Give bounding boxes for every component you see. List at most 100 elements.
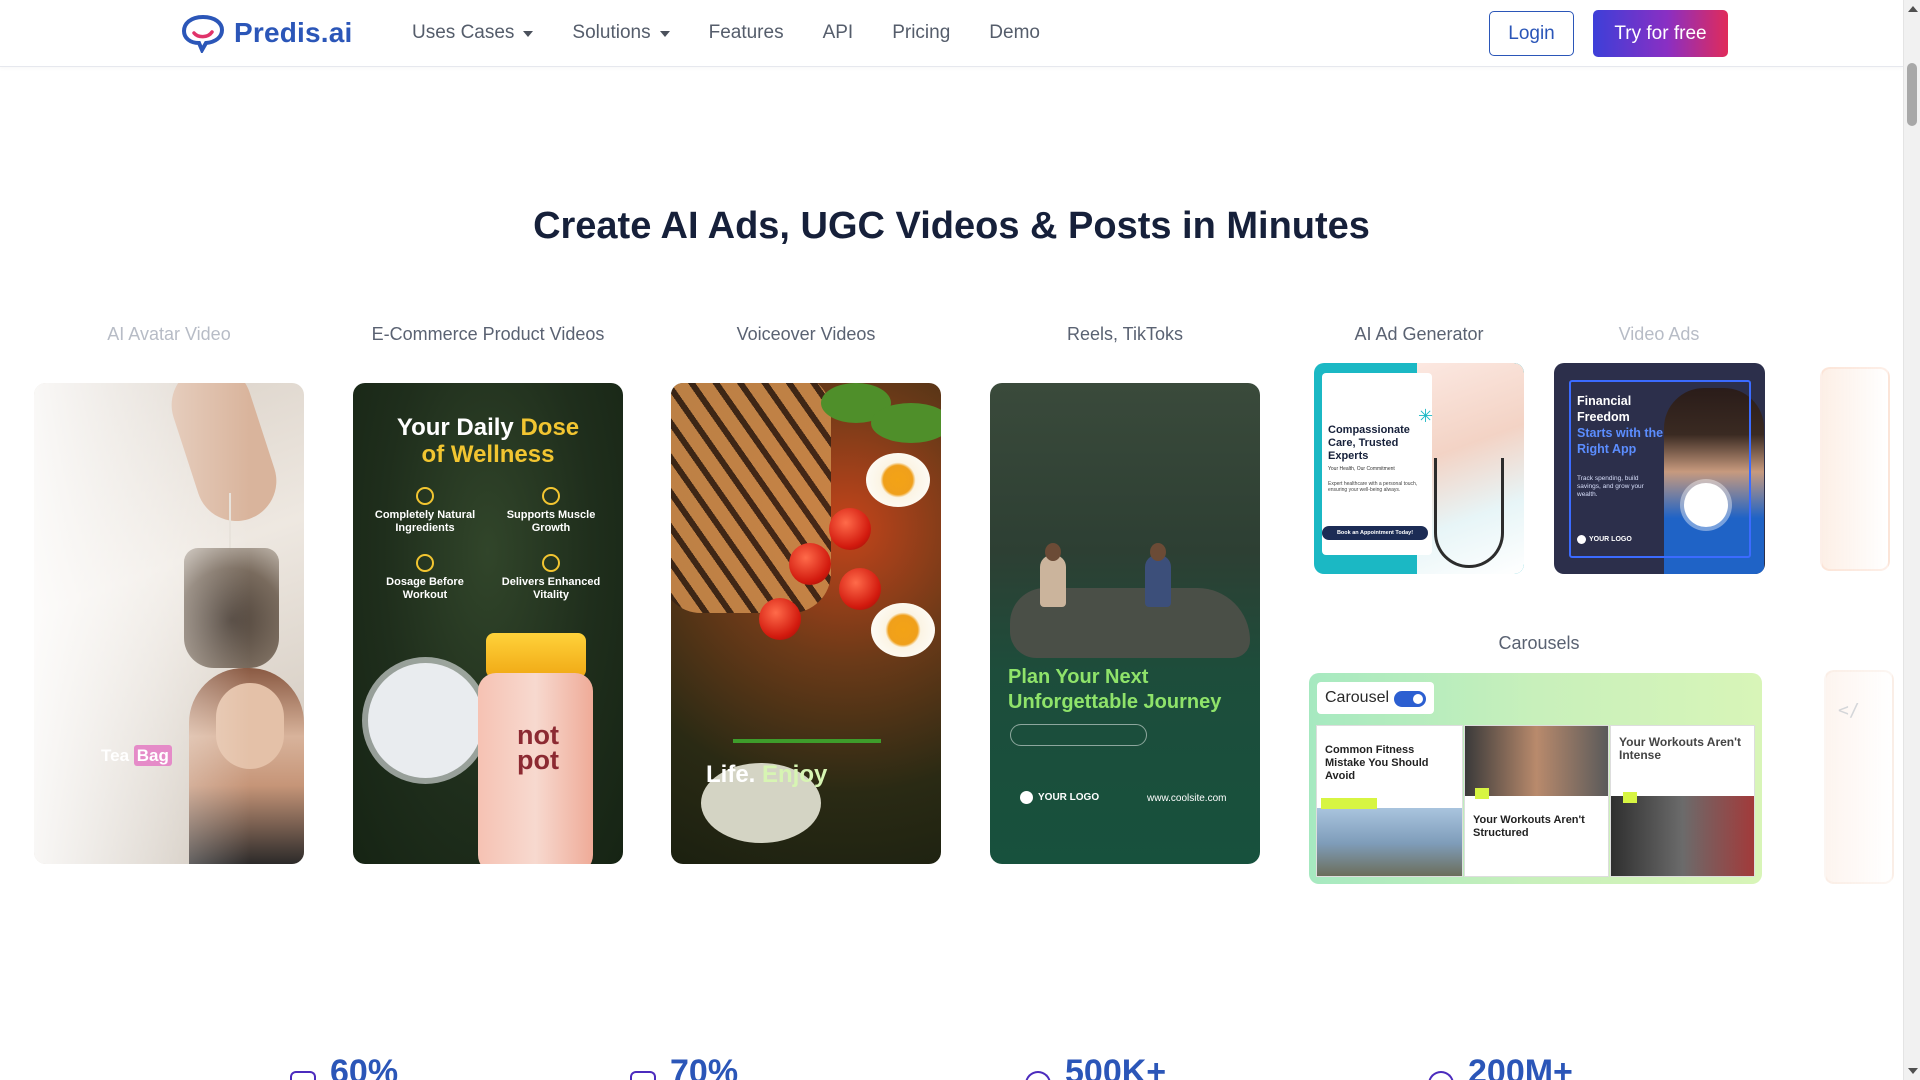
toggle-switch-icon	[1394, 691, 1426, 707]
predis-logo-icon	[181, 14, 225, 53]
label-ai-ad-generator[interactable]: AI Ad Generator	[1319, 324, 1519, 345]
workout-icon	[416, 554, 434, 572]
image-icon	[290, 1071, 316, 1080]
nav-solutions[interactable]: Solutions	[572, 22, 670, 44]
nav-api[interactable]: API	[823, 22, 854, 44]
hiker-figure	[1040, 555, 1066, 607]
label-reels-tiktoks[interactable]: Reels, TikToks	[995, 324, 1255, 345]
nav-pricing[interactable]: Pricing	[892, 22, 950, 44]
ad-logo-text: YOUR LOGO	[1333, 395, 1370, 401]
carousel-tag-label: Carousel	[1325, 689, 1390, 706]
title-line2: Freedom	[1577, 410, 1630, 424]
egg-image	[866, 453, 930, 507]
label-carousels[interactable]: Carousels	[1439, 633, 1639, 654]
nav-pricing-label: Pricing	[892, 22, 951, 43]
brand-name: Predis.ai	[234, 17, 353, 48]
video-ads-card[interactable]: Financial Freedom Starts with the Right …	[1554, 363, 1765, 574]
label-ecommerce-product-videos[interactable]: E-Commerce Product Videos	[338, 324, 638, 345]
logo-dot-icon	[1577, 535, 1586, 544]
stat-2-value: 70%	[670, 1053, 739, 1080]
title-line1: Financial	[1577, 394, 1632, 408]
try-for-free-button[interactable]: Try for free	[1593, 10, 1728, 57]
brand-logo-link[interactable]: Predis.ai	[180, 12, 353, 54]
slide-1-image	[1317, 808, 1462, 876]
fade-overlay	[34, 383, 304, 864]
lettuce-leaf	[871, 403, 941, 443]
chevron-down-icon	[523, 31, 534, 37]
caption-highlight: Bag	[133, 745, 172, 766]
reels-tiktoks-card[interactable]: Plan Your Next Unforgettable Journey YOU…	[990, 383, 1260, 864]
scroll-down-arrow-icon[interactable]	[1908, 1068, 1918, 1074]
feature-3: Dosage Before Workout	[365, 554, 485, 602]
nav-solutions-label: Solutions	[572, 22, 651, 43]
login-button[interactable]: Login	[1489, 11, 1574, 56]
funnel-icon	[630, 1071, 656, 1080]
tomato-image	[789, 543, 831, 585]
nav-demo[interactable]: Demo	[989, 22, 1040, 44]
ad-headline: Compassionate Care, Trusted Experts	[1328, 424, 1410, 462]
ad-body: Expert healthcare with a personal touch,…	[1328, 481, 1418, 493]
ad-cta: Book an Appointment Today!	[1322, 526, 1428, 540]
video-ad-logo: YOUR LOGO	[1577, 535, 1632, 544]
slide-2-headline: Your Workouts Aren't Structured	[1473, 814, 1585, 839]
reels-pill-outline	[1010, 724, 1147, 746]
hero-title: Create AI Ads, UGC Videos & Posts in Min…	[533, 205, 1370, 247]
scroll-thumb[interactable]	[1907, 63, 1917, 126]
reels-logo-text: YOUR LOGO	[1038, 792, 1100, 803]
user-icon	[1025, 1071, 1051, 1080]
slide-2-image	[1465, 726, 1608, 796]
feature-1-text: Completely Natural Ingredients	[374, 509, 476, 534]
ad-logo: YOUR LOGO	[1322, 394, 1370, 402]
slide-1-headline: Common Fitness Mistake You Should Avoid	[1325, 744, 1429, 782]
stat-4: 200M+	[1428, 1052, 1573, 1080]
tomato-image	[829, 508, 871, 550]
caption-progress-bar	[733, 739, 881, 743]
ad-subline: Your Health, Our Commitment	[1328, 466, 1395, 472]
label-ai-avatar-video[interactable]: AI Avatar Video	[69, 324, 269, 345]
white-badge	[1684, 483, 1728, 527]
page-scrollbar[interactable]	[1903, 0, 1920, 1080]
ai-avatar-caption: Tea Bag	[101, 745, 172, 766]
reels-title: Plan Your Next Unforgettable Journey	[1008, 666, 1222, 713]
caption-highlight: Enjoy	[762, 761, 828, 788]
stat-3-value: 500K+	[1065, 1053, 1167, 1080]
hiker-figure	[1145, 555, 1171, 607]
ai-avatar-video-card[interactable]	[34, 383, 304, 864]
carousel-tag: Carousel	[1317, 682, 1434, 714]
next-card-preview[interactable]	[1820, 367, 1890, 571]
nav-features-label: Features	[708, 22, 784, 43]
stat-2: 70%	[630, 1052, 738, 1080]
slide-2-badge	[1475, 788, 1489, 799]
caption-word: Life.	[706, 761, 756, 788]
ecommerce-product-video-card[interactable]: Your Daily Dose of Wellness Completely N…	[353, 383, 623, 864]
voiceover-video-card[interactable]: Life. Enjoy	[671, 383, 941, 864]
egg-image	[871, 603, 935, 657]
stat-4-value: 200M+	[1468, 1053, 1573, 1080]
next-carousel-preview[interactable]: </	[1824, 670, 1894, 884]
chevron-down-icon	[659, 31, 670, 37]
title-pre: Your Daily	[396, 414, 521, 441]
bottle-cap	[486, 633, 586, 678]
code-bracket-icon: </	[1838, 700, 1860, 721]
stat-1: 60%	[290, 1052, 398, 1080]
carousel-slide-2: Your Workouts Aren't Structured	[1464, 725, 1609, 877]
leaf-icon	[416, 487, 434, 505]
nav-api-label: API	[822, 22, 854, 43]
starburst-badge	[368, 663, 483, 778]
carousels-card[interactable]: Carousel Common Fitness Mistake You Shou…	[1309, 673, 1762, 884]
product-brand: not pot	[498, 722, 578, 774]
label-video-ads[interactable]: Video Ads	[1559, 324, 1759, 345]
scroll-up-arrow-icon[interactable]	[1908, 6, 1918, 12]
feature-2-text: Supports Muscle Growth	[506, 509, 596, 534]
hiker-head	[1150, 543, 1166, 561]
feature-4: Delivers Enhanced Vitality	[491, 554, 611, 602]
voiceover-caption: Life. Enjoy	[706, 761, 827, 789]
nav-demo-label: Demo	[989, 22, 1040, 43]
label-voiceover-videos[interactable]: Voiceover Videos	[676, 324, 936, 345]
nav-features[interactable]: Features	[709, 22, 784, 44]
ai-ad-generator-card[interactable]: YOUR LOGO ✳ Compassionate Care, Trusted …	[1314, 363, 1524, 574]
stethoscope-image	[1434, 458, 1504, 568]
caption-word: Tea	[101, 746, 130, 765]
nav-uses-cases[interactable]: Uses Cases	[412, 22, 534, 44]
carousel-slide-3: Your Workouts Aren't Intense	[1610, 725, 1755, 877]
